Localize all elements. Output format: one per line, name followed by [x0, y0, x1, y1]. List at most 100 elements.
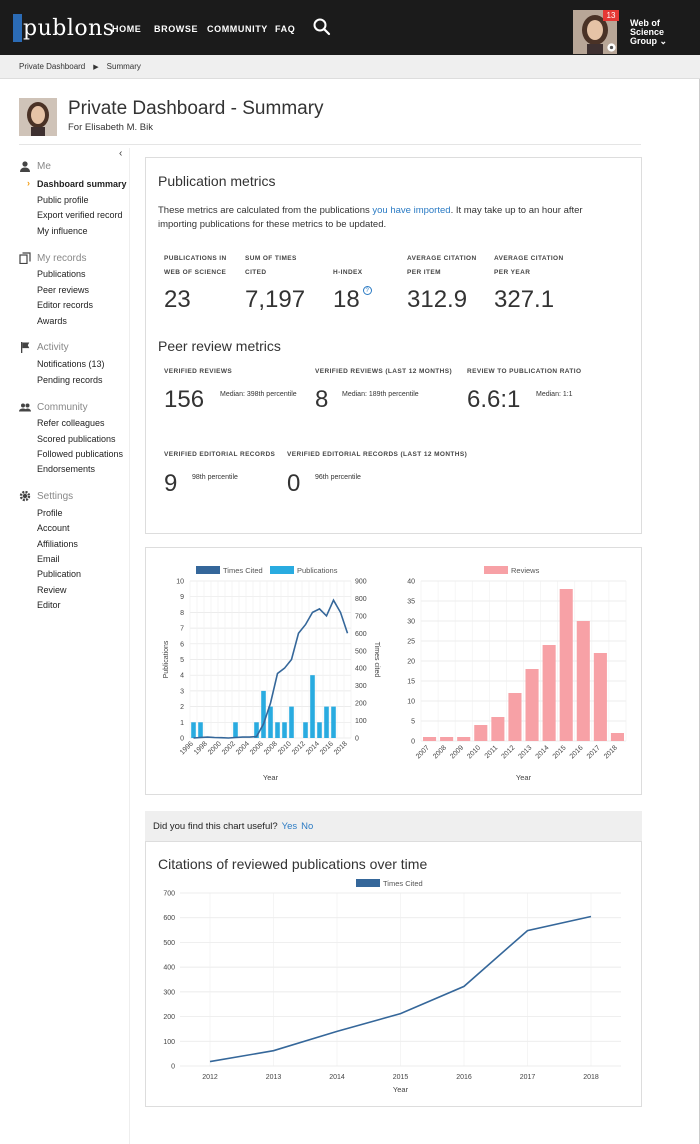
sidebar-item-my-influence[interactable]: My influence: [37, 226, 88, 236]
y-tick-label: 30: [407, 619, 415, 626]
sidebar-item-scored-publications[interactable]: Scored publications: [37, 434, 116, 444]
metric-note: Median: 1:1: [536, 391, 573, 398]
sidebar-item-editor[interactable]: Editor: [37, 600, 61, 610]
bar: [593, 653, 607, 741]
y-tick-label: 15: [407, 679, 415, 686]
section-title: My records: [37, 252, 87, 264]
sidebar-item-public-profile[interactable]: Public profile: [37, 195, 89, 205]
sidebar-item-followed-publications[interactable]: Followed publications: [37, 449, 123, 459]
org-menu[interactable]: Web of Science Group ⌄: [630, 19, 667, 46]
active-chevron-icon: ›: [27, 178, 30, 188]
collapse-sidebar-icon[interactable]: ‹: [119, 148, 122, 159]
sidebar: [0, 148, 130, 1144]
sidebar-item-refer-colleagues[interactable]: Refer colleagues: [37, 418, 105, 428]
chevron-right-icon: ▶: [93, 63, 99, 71]
x-axis-label: Year: [263, 773, 279, 782]
metric-value-publications: 23: [164, 286, 191, 313]
sidebar-item-editor-records[interactable]: Editor records: [37, 300, 93, 310]
bar: [275, 722, 280, 738]
sidebar-item-account[interactable]: Account: [37, 523, 70, 533]
breadcrumb-root[interactable]: Private Dashboard: [19, 62, 85, 71]
bar: [310, 675, 315, 738]
bar: [233, 722, 238, 738]
h-index-value: 18: [333, 286, 360, 313]
breadcrumb-current: Summary: [106, 62, 141, 71]
sidebar-item-publication[interactable]: Publication: [37, 569, 81, 579]
people-icon: [19, 403, 31, 412]
sidebar-item-dashboard-summary[interactable]: Dashboard summary: [37, 179, 127, 189]
reviews-chart: Reviews05101520253035402007 2008 2009 2010 2…: [407, 566, 627, 782]
search-icon[interactable]: [312, 17, 332, 37]
bar: [261, 690, 266, 738]
metric-note: Median: 189th percentile: [342, 391, 419, 398]
nav-faq[interactable]: FAQ: [275, 24, 295, 34]
sidebar-item-notifications[interactable]: Notifications (13): [37, 359, 105, 369]
bar: [610, 733, 624, 741]
metric-note: 98th percentile: [192, 474, 238, 481]
sidebar-item-email[interactable]: Email: [37, 554, 60, 564]
x-tick-label: 2014: [329, 1074, 345, 1081]
x-tick-label: 1996: [179, 740, 195, 756]
flag-icon: [21, 342, 30, 353]
y2-tick-label: 600: [355, 631, 367, 638]
section-title: Community: [37, 401, 88, 413]
sidebar-item-pending-records[interactable]: Pending records: [37, 375, 103, 385]
x-tick-label: 2015: [552, 744, 568, 760]
publons-logo[interactable]: publons: [13, 14, 115, 42]
metric-value-avg-per-year: 327.1: [494, 286, 555, 313]
feedback-no-link[interactable]: No: [301, 821, 313, 832]
metric-value-editorial: 9: [164, 470, 178, 497]
chevron-down-icon: ⌄: [659, 36, 668, 46]
metric-label: AVERAGE CITATION PER YEAR: [494, 255, 564, 276]
metric-label: VERIFIED REVIEWS (LAST 12 MONTHS): [315, 368, 453, 375]
y2-tick-label: 400: [355, 666, 367, 673]
nav-community[interactable]: COMMUNITY: [207, 24, 268, 34]
sidebar-section-settings: Settings: [19, 490, 73, 502]
sidebar-item-publications[interactable]: Publications: [37, 269, 86, 279]
profile-avatar: [19, 98, 57, 136]
metric-label: VERIFIED EDITORIAL RECORDS (LAST 12 MONT…: [287, 451, 468, 458]
nav-home[interactable]: HOME: [112, 24, 141, 34]
x-tick-label: 2013: [517, 744, 533, 760]
sidebar-item-profile[interactable]: Profile: [37, 508, 63, 518]
org-line: Group: [630, 36, 657, 46]
legend-label: Reviews: [511, 566, 540, 575]
imported-link[interactable]: you have imported: [372, 205, 450, 216]
x-tick-label: 2016: [456, 1074, 472, 1081]
breadcrumb: Private Dashboard ▶ Summary: [0, 55, 700, 79]
metric-note: Median: 398th percentile: [220, 391, 297, 398]
metric-label: SUM OF TIMES CITED: [245, 255, 297, 276]
sidebar-item-awards[interactable]: Awards: [37, 316, 67, 326]
sidebar-item-affiliations[interactable]: Affiliations: [37, 539, 78, 549]
legend-label: Times Cited: [383, 879, 423, 888]
x-axis-label: Year: [393, 1085, 409, 1094]
sidebar-item-peer-reviews[interactable]: Peer reviews: [37, 285, 89, 295]
metric-label: PUBLICATIONS IN WEB OF SCIENCE: [164, 255, 227, 276]
metric-label: AVERAGE CITATION PER ITEM: [407, 255, 477, 276]
feedback-yes-link[interactable]: Yes: [282, 821, 298, 832]
desc-text: These metrics are calculated from the pu…: [158, 205, 373, 216]
charts-card: Times Cited Publications 0 1 2 3 4 5 6 7 8 9 10 0 100 2…: [145, 547, 642, 795]
sidebar-item-export-record[interactable]: Export verified record: [37, 210, 123, 220]
sidebar-item-endorsements[interactable]: Endorsements: [37, 464, 95, 474]
x-tick-label: 2017: [586, 744, 602, 760]
metrics-card: Publication metrics These metrics are ca…: [145, 157, 642, 534]
nav-browse[interactable]: BROWSE: [154, 24, 198, 34]
y-tick-label: 500: [163, 940, 175, 947]
feedback-bar: Did you find this chart useful? Yes No: [145, 811, 642, 841]
help-icon[interactable]: ?: [362, 286, 372, 295]
y-tick-label: 4: [180, 673, 184, 680]
sidebar-item-review[interactable]: Review: [37, 585, 67, 595]
bar: [331, 706, 336, 738]
peer-review-metrics-title: Peer review metrics: [158, 338, 281, 354]
bar: [191, 722, 196, 738]
x-tick-label: 2013: [266, 1074, 282, 1081]
x-tick-label: 2018: [583, 1074, 599, 1081]
y-tick-label: 700: [163, 891, 175, 898]
logo-text: publons: [23, 15, 115, 41]
y-tick-label: 6: [180, 641, 184, 648]
bar: [317, 722, 322, 738]
y-tick-label: 0: [411, 739, 415, 746]
x-tick-label: 2009: [449, 744, 465, 760]
gear-icon[interactable]: [606, 42, 617, 53]
